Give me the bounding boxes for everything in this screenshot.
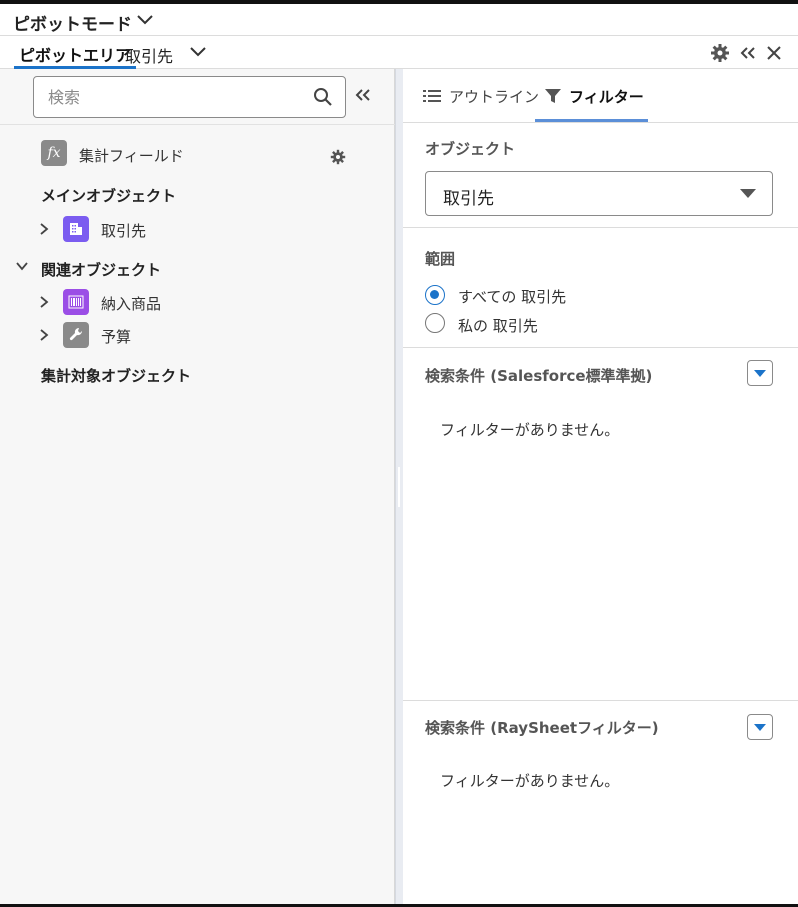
tab-pivot-area[interactable]: ピボットエリア	[14, 36, 137, 69]
aggregate-objects-header: 集計対象オブジェクト	[41, 367, 192, 385]
formula-icon: fx	[41, 140, 67, 166]
caret-down-icon	[740, 189, 756, 198]
object-label: オブジェクト	[425, 140, 516, 158]
splitter-grip[interactable]	[398, 467, 400, 507]
panel-tabs: アウトライン フィルター	[403, 69, 798, 123]
close-icon[interactable]	[764, 43, 784, 63]
field-list-panel: fx 集計フィールド メインオブジェクト 取引先 関連オブジェクト	[0, 69, 395, 907]
object-name[interactable]: 取引先	[125, 43, 173, 67]
filter-panel: アウトライン フィルター オブジェクト 取引先 範囲 すべての 取引先 私の 取…	[403, 69, 798, 907]
condition1-dropdown-button[interactable]	[747, 360, 773, 386]
tab-filter[interactable]: フィルター	[569, 86, 644, 107]
chevron-right-icon[interactable]	[37, 328, 51, 342]
pivot-toolbar: ピボットエリア 取引先	[0, 36, 798, 69]
building-icon	[63, 216, 89, 242]
divider	[0, 124, 395, 125]
gear-icon[interactable]	[330, 149, 346, 165]
panel-splitter[interactable]	[395, 69, 403, 907]
object-select[interactable]: 取引先	[425, 171, 773, 216]
search-box	[33, 76, 346, 118]
chevron-right-icon[interactable]	[37, 295, 51, 309]
divider	[403, 227, 798, 228]
main-object-header: メインオブジェクト	[41, 187, 177, 205]
divider	[403, 700, 798, 701]
related-objects-header[interactable]: 関連オブジェクト	[41, 259, 161, 280]
chevron-down-icon[interactable]	[188, 42, 208, 62]
mode-title: ピボットモード	[13, 15, 132, 35]
search-icon[interactable]	[313, 87, 333, 107]
condition2-dropdown-button[interactable]	[747, 714, 773, 740]
chevron-down-icon[interactable]	[15, 259, 29, 273]
chevron-down-icon[interactable]	[134, 9, 156, 31]
mode-bar: ピボットモード	[0, 0, 798, 36]
scope-option-mine[interactable]: 私の 取引先	[458, 315, 538, 336]
condition2-empty-text: フィルターがありません。	[440, 772, 620, 790]
list-icon	[423, 90, 441, 102]
filter-icon	[545, 89, 561, 103]
condition2-label: 検索条件 (RaySheetフィルター)	[425, 719, 659, 737]
double-chevron-left-icon[interactable]	[738, 43, 758, 63]
condition1-label: 検索条件 (Salesforce標準準拠)	[425, 367, 653, 385]
tree-item-budget[interactable]: 予算	[101, 326, 131, 347]
search-input[interactable]	[48, 85, 308, 109]
condition1-empty-text: フィルターがありません。	[440, 421, 620, 439]
calc-field-label[interactable]: 集計フィールド	[79, 145, 184, 166]
scope-radio-all[interactable]	[425, 285, 445, 305]
scope-option-all[interactable]: すべての 取引先	[458, 286, 566, 307]
chevron-right-icon[interactable]	[37, 222, 51, 236]
tree-item-asset[interactable]: 納入商品	[101, 293, 161, 314]
tab-outline[interactable]: アウトライン	[449, 86, 539, 107]
barcode-icon	[63, 289, 89, 315]
divider	[403, 347, 798, 348]
collapse-panel-icon[interactable]	[354, 86, 372, 104]
scope-radio-mine[interactable]	[425, 313, 445, 333]
scope-label: 範囲	[425, 250, 456, 268]
gear-icon[interactable]	[710, 43, 730, 63]
active-tab-indicator	[535, 119, 648, 122]
wrench-icon	[63, 322, 89, 348]
tree-item-account[interactable]: 取引先	[101, 220, 146, 241]
object-select-value: 取引先	[443, 189, 494, 209]
